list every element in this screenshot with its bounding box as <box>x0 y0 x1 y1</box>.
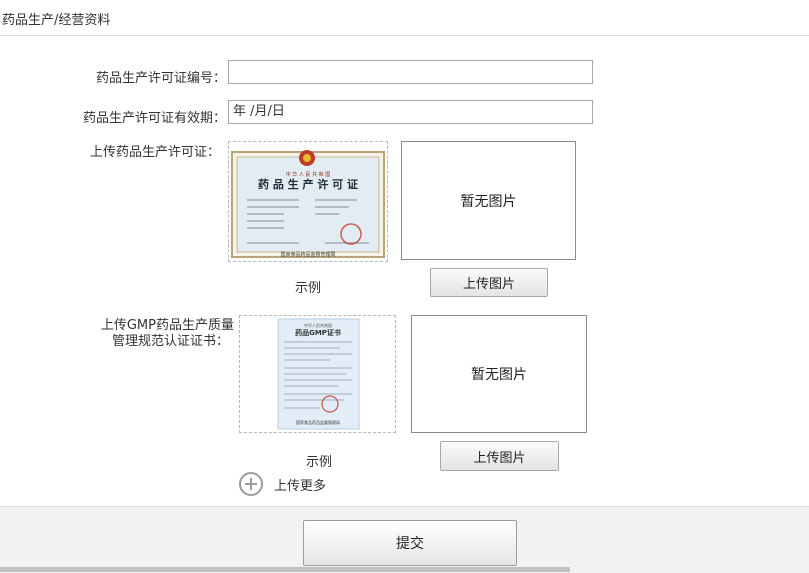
license-validity-date-input[interactable]: 年 /月/日 <box>228 100 593 124</box>
gmp-image-preview: 暂无图片 <box>411 315 587 433</box>
license-sample-caption: 示例 <box>294 281 321 296</box>
license-image-preview: 暂无图片 <box>401 141 576 260</box>
license-number-label: 药品生产许可证编号： <box>95 71 226 86</box>
page-title: 药品生产/经营资料 <box>2 13 111 28</box>
svg-text:中 华 人 民 共 和 国: 中 华 人 民 共 和 国 <box>286 171 331 178</box>
gmp-upload-button[interactable]: 上传图片 <box>440 441 559 471</box>
svg-text:中华人民共和国: 中华人民共和国 <box>304 322 332 328</box>
gmp-certificate-illustration: 中华人民共和国 药品GMP证书 国家食品药品监督管理局 <box>277 318 360 430</box>
horizontal-scrollbar[interactable] <box>0 567 570 572</box>
page-header: 药品生产/经营资料 <box>0 0 809 36</box>
license-certificate-illustration: 中 华 人 民 共 和 国 药 品 生 产 许 可 证 国家食品药品监督管理局 <box>231 150 385 258</box>
form-footer: 提交 <box>0 506 809 573</box>
upload-more-button[interactable]: 上传更多 <box>239 472 326 496</box>
svg-text:国家食品药品监督管理局: 国家食品药品监督管理局 <box>280 251 335 258</box>
svg-text:国家食品药品监督管理局: 国家食品药品监督管理局 <box>296 419 340 425</box>
license-upload-label: 上传药品生产许可证： <box>89 145 220 160</box>
upload-more-label: 上传更多 <box>274 478 327 494</box>
plus-circle-icon <box>239 472 263 496</box>
gmp-preview-placeholder: 暂无图片 <box>471 367 527 383</box>
license-upload-button[interactable]: 上传图片 <box>430 268 548 297</box>
svg-text:药 品 生 产 许 可 证: 药 品 生 产 许 可 证 <box>258 177 358 191</box>
license-preview-placeholder: 暂无图片 <box>460 193 517 210</box>
svg-text:药品GMP证书: 药品GMP证书 <box>295 328 341 337</box>
gmp-upload-label-line2: 管理规范认证证书： <box>111 334 229 349</box>
license-validity-label: 药品生产许可证有效期： <box>82 111 226 126</box>
submit-button[interactable]: 提交 <box>303 520 517 566</box>
gmp-sample-image: 中华人民共和国 药品GMP证书 国家食品药品监督管理局 <box>239 315 396 433</box>
gmp-sample-caption: 示例 <box>305 455 332 470</box>
license-number-input[interactable] <box>228 60 593 84</box>
license-sample-image: 中 华 人 民 共 和 国 药 品 生 产 许 可 证 国家食品药品监督管理局 <box>228 141 388 262</box>
